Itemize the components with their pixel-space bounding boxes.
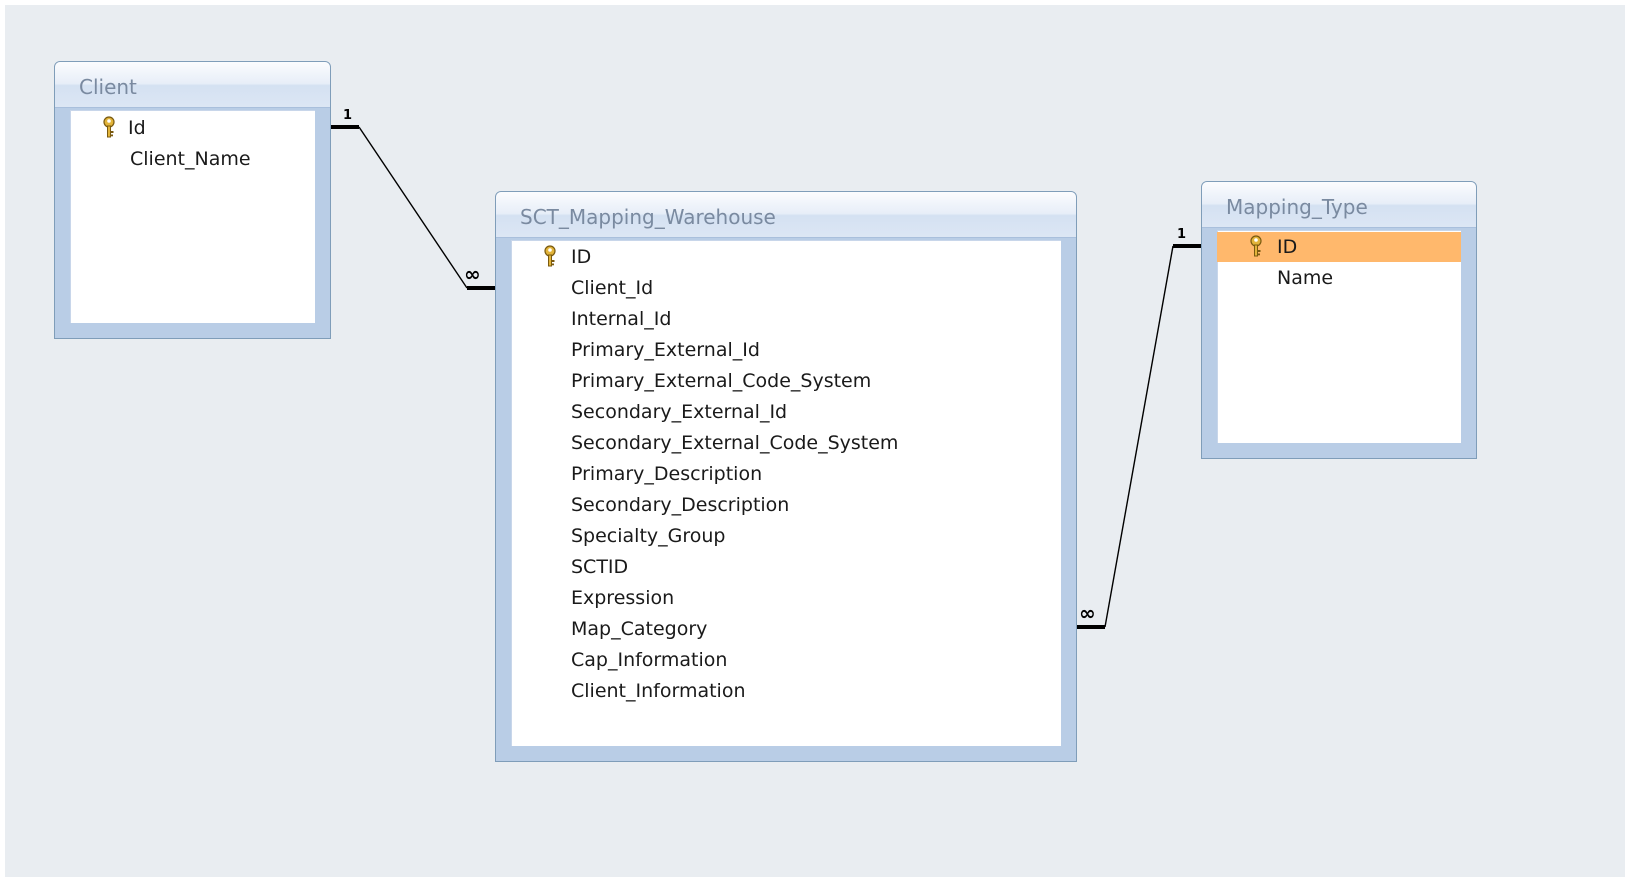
relationship-client-warehouse[interactable]: 1 ∞: [331, 108, 495, 290]
one-label: 1: [343, 108, 352, 123]
relationship-lines: 1 ∞ 1 ∞: [331, 108, 1201, 629]
many-label: ∞: [464, 262, 481, 286]
relationship-mappingtype-warehouse[interactable]: 1 ∞: [1077, 227, 1201, 629]
one-label: 1: [1177, 227, 1186, 242]
many-label: ∞: [1079, 601, 1096, 625]
